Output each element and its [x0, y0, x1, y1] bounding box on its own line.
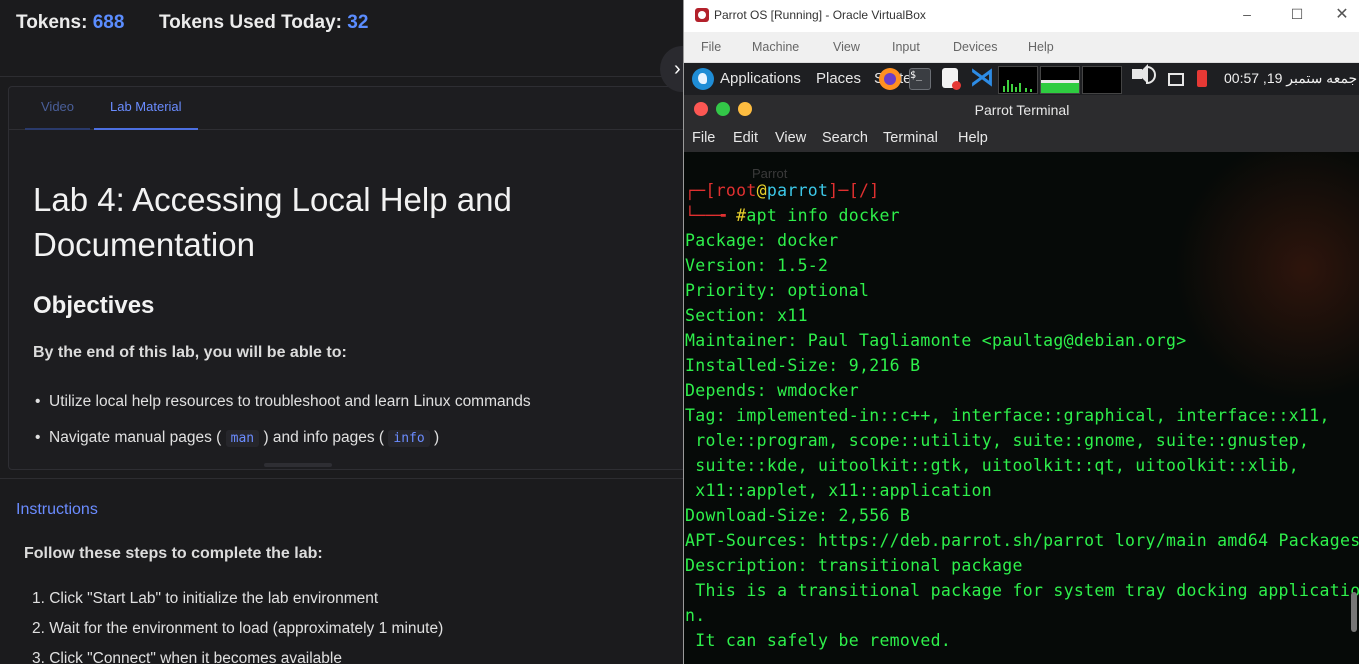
- terminal-output[interactable]: Parrot ┌─[root@parrot]─[/] └──╼ #apt inf…: [684, 152, 1359, 664]
- terminal-menu-help[interactable]: Help: [958, 130, 988, 146]
- vbox-titlebar: Parrot OS [Running] - Oracle VirtualBox …: [684, 0, 1359, 32]
- output-line: Download-Size: 2,556 B: [685, 506, 911, 525]
- terminal-menu-file[interactable]: File: [692, 130, 715, 146]
- output-line: Priority: optional: [685, 281, 870, 300]
- parrot-menu-icon[interactable]: [692, 68, 714, 90]
- instructions-link[interactable]: Instructions: [16, 501, 98, 519]
- output-line: role::program, scope::utility, suite::gn…: [685, 431, 1310, 450]
- clock[interactable]: جمعه ستمبر 19, 00:57: [1224, 70, 1357, 87]
- output-line: APT-Sources: https://deb.parrot.sh/parro…: [685, 531, 1359, 550]
- output-line: Depends: wmdocker: [685, 381, 859, 400]
- horizontal-scrollbar[interactable]: [264, 463, 332, 467]
- token-bar: Tokens: 688 Tokens Used Today: 32: [16, 12, 368, 34]
- parrot-app-icon: [695, 8, 709, 22]
- output-line: Maintainer: Paul Tagliamonte <paultag@de…: [685, 331, 1187, 350]
- terminal-menu-view[interactable]: View: [775, 130, 806, 146]
- tokens-value: 688: [92, 12, 125, 33]
- vbox-menu-machine[interactable]: Machine: [752, 40, 799, 54]
- lab-title: Lab 4: Accessing Local Help and Document…: [33, 181, 512, 263]
- terminal-titlebar: Parrot Terminal: [684, 95, 1359, 125]
- output-line: It can safely be removed.: [685, 631, 952, 650]
- vbox-menu-view[interactable]: View: [833, 40, 860, 54]
- objectives-intro: By the end of this lab, you will be able…: [33, 344, 347, 361]
- steps-intro: Follow these steps to complete the lab:: [24, 545, 323, 562]
- memory-monitor-graph: [1040, 66, 1080, 94]
- objective-item: Utilize local help resources to troubles…: [35, 393, 531, 411]
- guest-top-panel: Applications Places Syste $_ ⋊ جمعه ستمب…: [684, 63, 1359, 95]
- vbox-menu-help[interactable]: Help: [1028, 40, 1054, 54]
- prompt-line: ┌─[root@parrot]─[/]: [685, 181, 880, 200]
- objective-text: ) and info pages (: [263, 429, 385, 446]
- applications-menu[interactable]: Applications: [720, 70, 801, 87]
- chevron-right-icon: ›: [674, 58, 681, 80]
- prompt-dir: /: [858, 181, 870, 200]
- close-icon[interactable]: ✕: [1332, 4, 1352, 24]
- prompt-at: @: [756, 181, 767, 200]
- prompt-user: root: [715, 181, 757, 200]
- output-line: x11::applet, x11::application: [685, 481, 993, 500]
- tokens-used-value: 32: [347, 12, 369, 33]
- output-line: Version: 1.5-2: [685, 256, 829, 275]
- firefox-icon[interactable]: [879, 68, 901, 90]
- inline-code-man: man: [225, 430, 260, 447]
- step-item: 2. Wait for the environment to load (app…: [32, 620, 444, 637]
- vbox-title: Parrot OS [Running] - Oracle VirtualBox: [714, 8, 926, 22]
- terminal-menubar: File Edit View Search Terminal Help: [684, 125, 1359, 152]
- command-line: └──╼ #apt info docker: [685, 206, 900, 225]
- output-line: suite::kde, uitoolkit::gtk, uitoolkit::q…: [685, 456, 1300, 475]
- prompt-host: parrot: [766, 181, 829, 200]
- volume-icon[interactable]: [1132, 64, 1156, 84]
- wallpaper-parrot: [1164, 152, 1359, 412]
- terminal-menu-terminal[interactable]: Terminal: [883, 130, 938, 146]
- maximize-icon[interactable]: ☐: [1287, 6, 1307, 23]
- step-item: 1. Click "Start Lab" to initialize the l…: [32, 590, 379, 607]
- network-monitor-graph: [1082, 66, 1122, 94]
- divider: [0, 478, 684, 479]
- vbox-menu-devices[interactable]: Devices: [953, 40, 997, 54]
- terminal-window: Parrot Terminal File Edit View Search Te…: [684, 95, 1359, 664]
- vbox-menu-file[interactable]: File: [701, 40, 721, 54]
- output-line: Installed-Size: 9,216 B: [685, 356, 921, 375]
- document-viewer-icon[interactable]: [942, 68, 961, 90]
- minimize-icon[interactable]: –: [1237, 6, 1257, 22]
- command-text: apt info docker: [746, 206, 900, 225]
- inline-code-info: info: [388, 430, 430, 447]
- output-line: Package: docker: [685, 231, 839, 250]
- output-line: Section: x11: [685, 306, 808, 325]
- display-icon[interactable]: [1168, 73, 1184, 86]
- cpu-monitor-graph: [998, 66, 1038, 94]
- divider: [0, 76, 684, 77]
- terminal-menu-edit[interactable]: Edit: [733, 130, 758, 146]
- lab-material-card: Video Lab Material Lab 4: Accessing Loca…: [8, 86, 684, 470]
- tokens-used-label: Tokens Used Today:: [158, 12, 342, 33]
- vbox-menubar: File Machine View Input Devices Help: [684, 32, 1359, 63]
- objective-item: Navigate manual pages ( man ) and info p…: [35, 429, 440, 447]
- objective-text: ): [434, 429, 440, 446]
- tab-bar: Video Lab Material: [9, 87, 684, 130]
- battery-icon[interactable]: [1197, 70, 1207, 87]
- terminal-launcher-icon[interactable]: $_: [909, 68, 931, 90]
- output-line: Tag: implemented-in::c++, interface::gra…: [685, 406, 1330, 425]
- tab-video[interactable]: Video: [25, 99, 91, 130]
- tokens-label: Tokens:: [16, 12, 88, 33]
- terminal-title: Parrot Terminal: [974, 102, 1070, 118]
- virtualbox-window: Parrot OS [Running] - Oracle VirtualBox …: [683, 0, 1359, 664]
- objectives-heading: Objectives: [33, 292, 155, 319]
- tab-lab-material[interactable]: Lab Material: [94, 99, 198, 130]
- step-item: 3. Click "Connect" when it becomes avail…: [32, 650, 342, 664]
- output-line: This is a transitional package for syste…: [685, 581, 1359, 600]
- output-line: Description: transitional package: [685, 556, 1023, 575]
- terminal-scrollbar[interactable]: [1351, 592, 1357, 632]
- vscode-icon[interactable]: ⋊: [970, 66, 994, 90]
- objective-text: Navigate manual pages (: [49, 429, 222, 446]
- terminal-menu-search[interactable]: Search: [822, 130, 868, 146]
- vbox-menu-input[interactable]: Input: [892, 40, 920, 54]
- places-menu[interactable]: Places: [816, 70, 861, 87]
- output-line: n.: [685, 606, 706, 625]
- lab-panel: Tokens: 688 Tokens Used Today: 32 Video …: [0, 0, 684, 664]
